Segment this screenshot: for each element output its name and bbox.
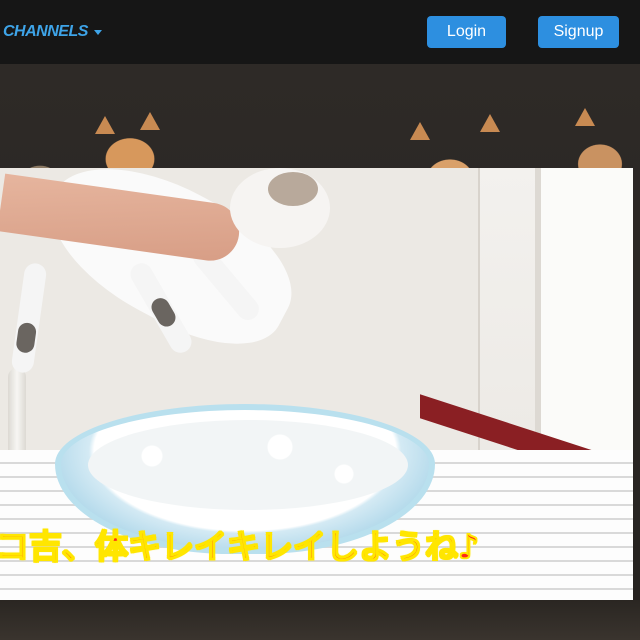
- channels-label: CHANNELS: [3, 23, 88, 40]
- channels-menu[interactable]: CHANNELS: [3, 20, 102, 44]
- video-foam: [88, 420, 408, 510]
- cat-ear-decoration: [575, 108, 595, 126]
- signup-button[interactable]: Signup: [538, 16, 619, 48]
- video-player[interactable]: コ吉、体キレイキレイしようね♪: [0, 168, 633, 600]
- cat-ear-decoration: [480, 114, 500, 132]
- cat-ear-decoration: [95, 116, 115, 134]
- cat-leg: [10, 262, 48, 374]
- top-nav-bar: CHANNELS Login Signup: [0, 0, 640, 64]
- cat-ear-decoration: [410, 122, 430, 140]
- login-button[interactable]: Login: [427, 16, 506, 48]
- cat-crowd-background-bottom: [0, 600, 640, 640]
- cat-head-patch: [268, 172, 318, 206]
- video-subtitle: コ吉、体キレイキレイしようね♪: [0, 526, 480, 567]
- chevron-down-icon: [93, 29, 102, 35]
- video-window: [535, 168, 633, 478]
- cat-leg-spot: [15, 321, 38, 354]
- cat-ear-decoration: [140, 112, 160, 130]
